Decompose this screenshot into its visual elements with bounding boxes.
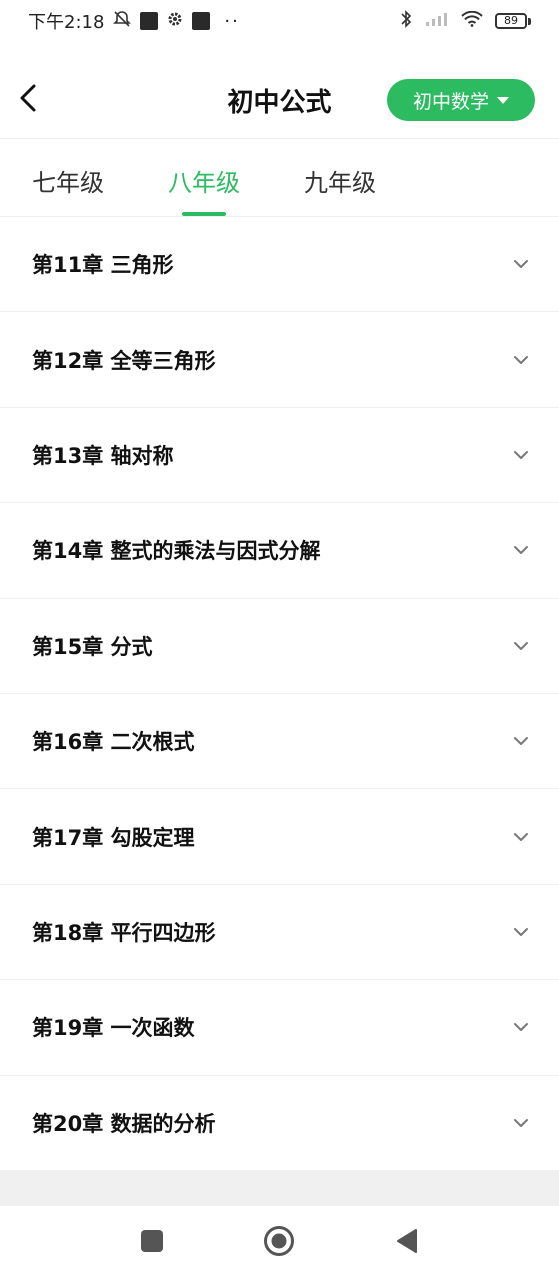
chevron-down-icon (513, 924, 529, 940)
chevron-down-icon (513, 733, 529, 749)
home-button[interactable] (262, 1226, 296, 1260)
notification-icon (140, 12, 159, 30)
notification-icon (192, 12, 211, 30)
chapter-label: 第15章 分式 (32, 634, 153, 659)
circle-icon (263, 1225, 295, 1261)
chapter-label: 第13章 轴对称 (32, 443, 174, 468)
gear-icon (166, 10, 184, 33)
tab-grade-8[interactable]: 八年级 (168, 163, 240, 203)
chapter-row[interactable]: 第18章 平行四边形 (0, 885, 559, 981)
chapter-label: 第20章 数据的分析 (32, 1111, 216, 1136)
subject-label: 初中数学 (412, 90, 489, 113)
back-button[interactable] (10, 80, 46, 120)
chapter-row[interactable]: 第17章 勾股定理 (0, 789, 559, 885)
bluetooth-icon (399, 9, 413, 33)
tab-grade-9[interactable]: 九年级 (304, 163, 376, 203)
chapter-label: 第18章 平行四边形 (32, 920, 216, 945)
status-right: 89 (399, 9, 531, 33)
chevron-down-icon (513, 1115, 529, 1131)
caret-down-icon (497, 96, 509, 104)
list-footer-spacer (0, 1170, 559, 1206)
chevron-down-icon (513, 447, 529, 463)
chapter-label: 第12章 全等三角形 (32, 348, 216, 373)
chapter-row[interactable]: 第14章 整式的乘法与因式分解 (0, 503, 559, 599)
battery-icon: 89 (495, 13, 531, 29)
chevron-down-icon (513, 256, 529, 272)
status-bar: 下午2:18 ·· 89 (0, 0, 559, 42)
battery-level: 89 (495, 13, 527, 29)
chevron-down-icon (513, 352, 529, 368)
chapter-row[interactable]: 第13章 轴对称 (0, 408, 559, 504)
tab-grade-7[interactable]: 七年级 (32, 163, 104, 203)
recents-button[interactable] (135, 1226, 169, 1260)
status-left: 下午2:18 ·· (28, 8, 240, 34)
chapter-row[interactable]: 第15章 分式 (0, 599, 559, 694)
chevron-down-icon (513, 638, 529, 654)
chapter-label: 第19章 一次函数 (32, 1016, 195, 1041)
system-nav-bar (0, 1206, 559, 1280)
subject-dropdown-button[interactable]: 初中数学 (387, 79, 535, 121)
status-time: 下午2:18 (28, 12, 105, 33)
chapter-label: 第16章 二次根式 (32, 730, 195, 755)
nav-back-button[interactable] (390, 1226, 424, 1260)
chapter-label: 第14章 整式的乘法与因式分解 (32, 539, 321, 564)
chapter-row[interactable]: 第19章 一次函数 (0, 980, 559, 1076)
wifi-icon (461, 10, 483, 31)
chevron-down-icon (513, 1019, 529, 1035)
header: 初中公式 初中数学 (0, 60, 559, 138)
back-arrow-icon (18, 83, 38, 117)
signal-icon (425, 11, 449, 31)
chapter-label: 第17章 勾股定理 (32, 825, 195, 850)
chapter-row[interactable]: 第20章 数据的分析 (0, 1076, 559, 1171)
chapter-row[interactable]: 第16章 二次根式 (0, 694, 559, 790)
chapter-label: 第11章 三角形 (32, 253, 174, 278)
chapter-list: 第11章 三角形 第12章 全等三角形 第13章 轴对称 第14章 整式的乘法与… (0, 217, 559, 1171)
grade-tabs: 七年级 八年级 九年级 (0, 139, 559, 217)
chevron-down-icon (513, 829, 529, 845)
square-icon (140, 1229, 164, 1257)
chapter-row[interactable]: 第12章 全等三角形 (0, 312, 559, 408)
chapter-row[interactable]: 第11章 三角形 (0, 217, 559, 313)
triangle-back-icon (395, 1228, 419, 1258)
more-dots-icon: ·· (224, 10, 240, 32)
battery-tip (528, 17, 531, 25)
chevron-down-icon (513, 542, 529, 558)
mute-bell-icon (112, 9, 132, 34)
